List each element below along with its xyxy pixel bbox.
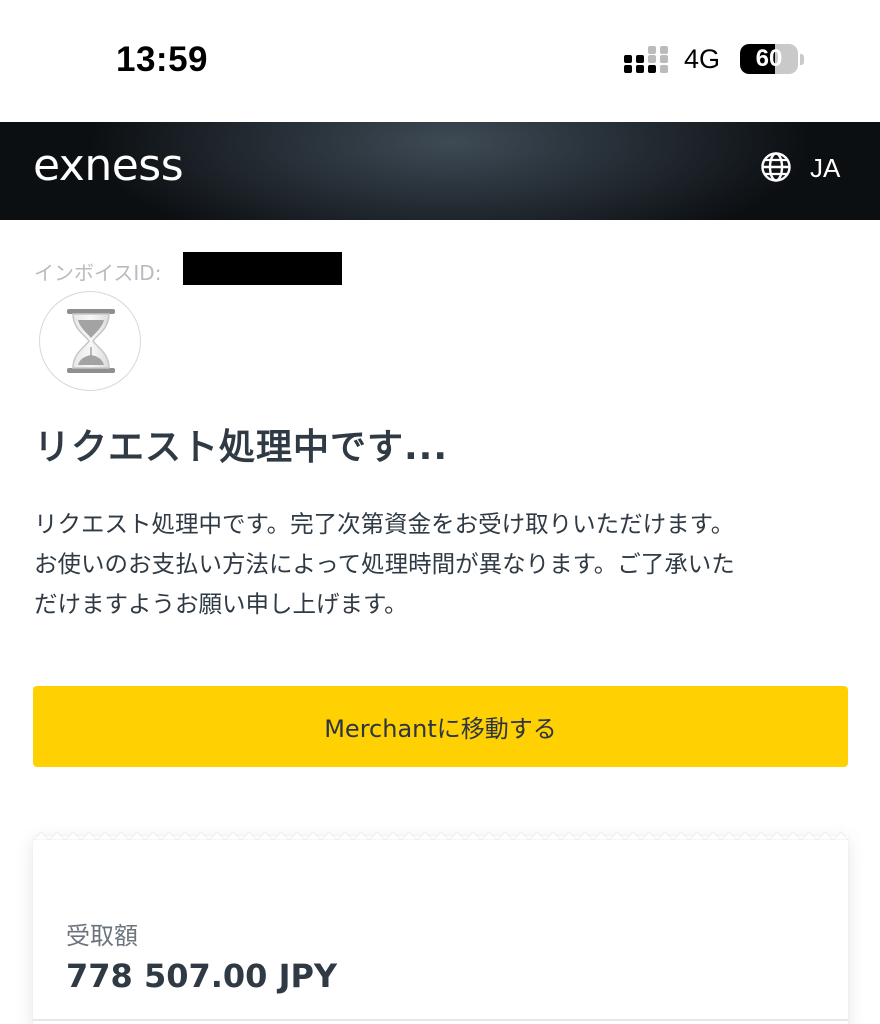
invoice-id-label: インボイスID: <box>34 261 162 285</box>
globe-icon[interactable] <box>760 151 792 183</box>
go-to-merchant-button[interactable]: Merchantに移動する <box>33 686 848 767</box>
hourglass-icon <box>67 309 115 373</box>
exness-logo: exness <box>33 140 184 191</box>
processing-description: リクエスト処理中です。完了次第資金をお受け取りいただけます。 お使いのお支払い方… <box>34 504 854 624</box>
network-type: 4G <box>684 44 721 74</box>
receipt-card <box>33 836 848 1024</box>
battery-icon: 60 <box>740 44 798 74</box>
page-title: リクエスト処理中です... <box>34 427 449 468</box>
receipt-edge <box>33 831 848 840</box>
divider <box>33 1019 848 1021</box>
battery-level: 60 <box>755 45 783 72</box>
status-time: 13:59 <box>116 40 209 79</box>
received-amount-value: 778 507.00 JPY <box>66 957 338 995</box>
battery-tip <box>800 54 804 65</box>
language-selector[interactable]: JA <box>810 153 840 184</box>
description-line: お使いのお支払い方法によって処理時間が異なります。ご了承いた <box>34 550 735 578</box>
description-line: だけますようお願い申し上げます。 <box>34 590 408 618</box>
description-line: リクエスト処理中です。完了次第資金をお受け取りいただけます。 <box>34 510 735 538</box>
invoice-id-redacted <box>183 252 342 285</box>
cellular-signal-icon <box>624 46 668 73</box>
received-amount-label: 受取額 <box>66 922 138 950</box>
status-icon-circle <box>39 291 141 391</box>
